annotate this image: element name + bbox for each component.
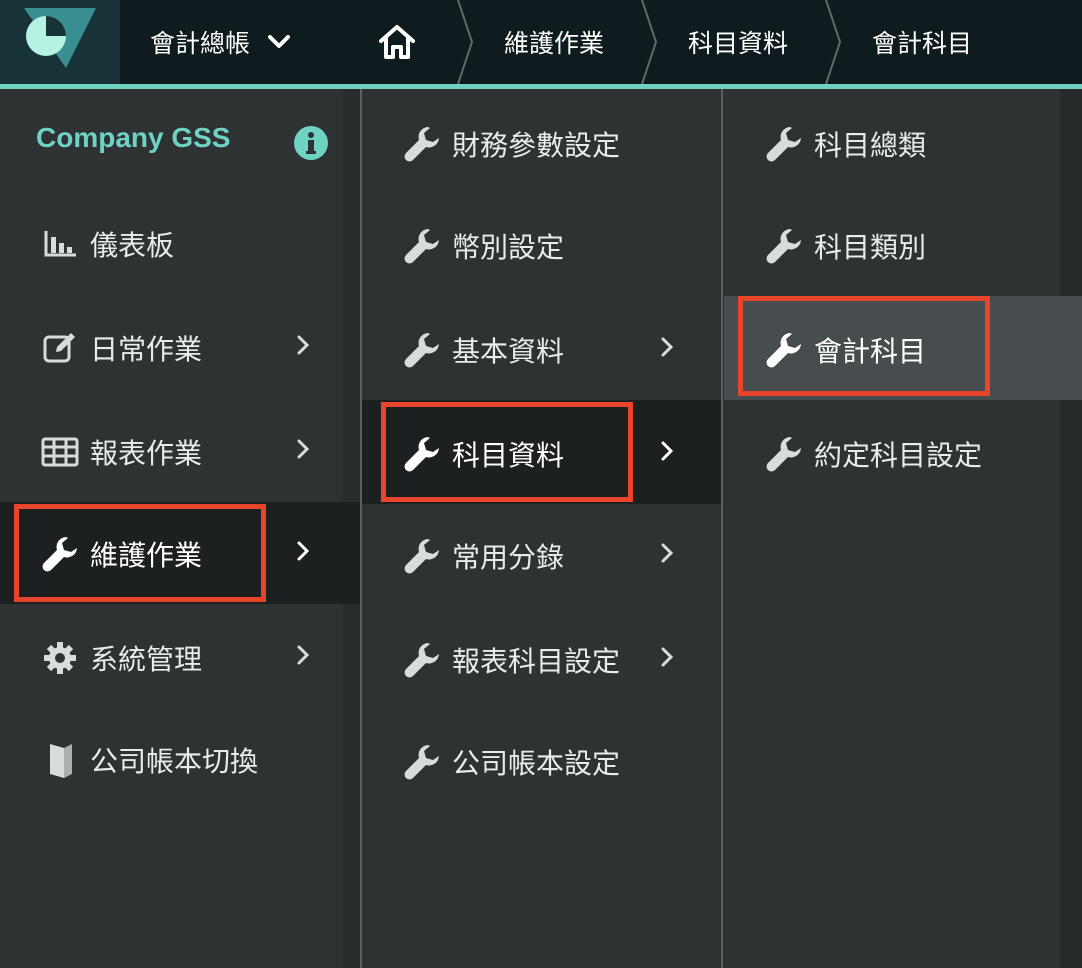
table-icon: [40, 437, 80, 467]
bar-chart-icon: [40, 229, 80, 259]
logo-icon: [24, 8, 96, 68]
submenu-item-report-accounts[interactable]: 報表科目設定: [402, 638, 620, 682]
sidebar-item-label: 報表作業: [90, 437, 203, 470]
column-divider: [721, 89, 723, 968]
wrench-icon: [764, 434, 804, 474]
submenu-item-basic-data[interactable]: 基本資料: [402, 328, 564, 372]
wrench-icon: [402, 124, 442, 164]
wrench-icon: [764, 124, 804, 164]
breadcrumb-separator: [641, 0, 658, 84]
subsubmenu-item-label: 科目類別: [814, 231, 927, 264]
wrench-icon: [402, 640, 442, 680]
sidebar-item-maintenance[interactable]: 維護作業: [40, 532, 202, 576]
wrench-icon: [402, 742, 442, 782]
book-icon: [40, 740, 80, 780]
chevron-down-icon: [268, 35, 291, 49]
company-name: Company GSS: [36, 122, 231, 153]
wrench-icon: [764, 226, 804, 266]
info-icon[interactable]: [294, 126, 328, 164]
submenu-item-label: 幣別設定: [452, 231, 565, 264]
sidebar-item-report-ops[interactable]: 報表作業: [40, 430, 202, 474]
submenu-item-account-data[interactable]: 科目資料: [402, 432, 564, 476]
breadcrumb-account-data[interactable]: 科目資料: [688, 0, 788, 84]
scroll-track: [1060, 89, 1082, 968]
chevron-right-icon: [296, 644, 310, 666]
ledger-book-label: 會計總帳: [150, 29, 251, 58]
sidebar-item-book-switch[interactable]: 公司帳本切換: [40, 738, 258, 782]
edit-icon: [40, 332, 80, 364]
wrench-icon: [402, 226, 442, 266]
submenu-item-label: 財務參數設定: [452, 129, 621, 162]
subsubmenu-panel: [724, 89, 1060, 968]
chevron-right-icon: [296, 540, 310, 562]
submenu-item-company-books[interactable]: 公司帳本設定: [402, 740, 620, 784]
submenu-item-label: 常用分錄: [452, 541, 565, 574]
submenu-item-label: 報表科目設定: [452, 645, 621, 678]
submenu-item-label: 科目資料: [452, 439, 565, 472]
submenu-item-label: 公司帳本設定: [452, 747, 621, 780]
submenu-item-label: 基本資料: [452, 335, 565, 368]
sidebar-item-dashboard[interactable]: 儀表板: [40, 222, 174, 266]
home-icon[interactable]: [372, 18, 422, 66]
app-logo[interactable]: [0, 0, 120, 84]
sidebar-item-daily-ops[interactable]: 日常作業: [40, 326, 202, 370]
wrench-icon: [402, 434, 442, 474]
chevron-right-icon: [660, 336, 674, 358]
breadcrumb-separator: [825, 0, 842, 84]
subsubmenu-item-label: 科目總類: [814, 129, 927, 162]
subsubmenu-item-agreed-accounts[interactable]: 約定科目設定: [764, 432, 982, 476]
submenu-item-common-entries[interactable]: 常用分錄: [402, 534, 564, 578]
subsubmenu-item-label: 約定科目設定: [814, 439, 983, 472]
breadcrumb-accounting-subject[interactable]: 會計科目: [872, 0, 972, 84]
sidebar-item-label: 維護作業: [90, 539, 203, 572]
ledger-book-dropdown[interactable]: 會計總帳: [120, 0, 340, 84]
wrench-icon: [40, 534, 80, 574]
gear-icon: [40, 640, 80, 676]
sidebar-item-label: 公司帳本切換: [90, 745, 259, 778]
wrench-icon: [402, 330, 442, 370]
chevron-right-icon: [296, 438, 310, 460]
subsubmenu-item-accounting-subject[interactable]: 會計科目: [764, 328, 926, 372]
submenu-item-currency[interactable]: 幣別設定: [402, 224, 564, 268]
subsubmenu-item-label: 會計科目: [814, 335, 927, 368]
submenu-item-finance-params[interactable]: 財務參數設定: [402, 122, 620, 166]
breadcrumb-maintenance[interactable]: 維護作業: [504, 0, 604, 84]
chevron-right-icon: [296, 334, 310, 356]
wrench-icon: [764, 330, 804, 370]
breadcrumb-separator: [457, 0, 474, 84]
chevron-right-icon: [660, 646, 674, 668]
chevron-right-icon: [660, 542, 674, 564]
subsubmenu-item-account-categories[interactable]: 科目總類: [764, 122, 926, 166]
wrench-icon: [402, 536, 442, 576]
chevron-right-icon: [660, 440, 674, 462]
sidebar-item-label: 日常作業: [90, 333, 203, 366]
subsubmenu-item-account-types[interactable]: 科目類別: [764, 224, 926, 268]
submenu-panel: [362, 89, 721, 968]
sidebar-item-label: 儀表板: [90, 229, 175, 262]
sidebar-item-system-mgmt[interactable]: 系統管理: [40, 636, 202, 680]
sidebar-item-label: 系統管理: [90, 643, 203, 676]
